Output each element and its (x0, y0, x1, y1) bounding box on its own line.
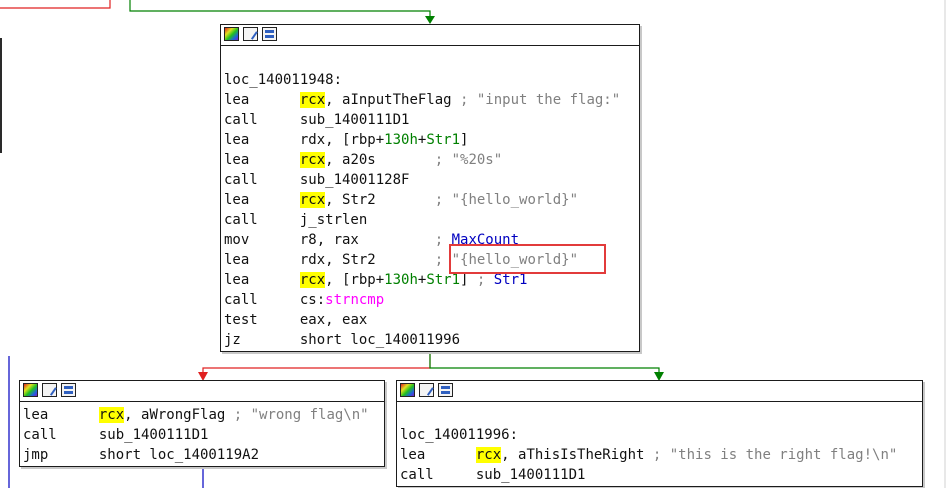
edge-green-top (129, 0, 431, 22)
asm-line[interactable]: lea rdx, [rbp+130h+Str1] (224, 130, 639, 150)
comment[interactable]: ; "{hello_world}" (435, 192, 578, 208)
operand-rest[interactable]: , a20s (325, 152, 435, 168)
operand[interactable]: sub_1400111D1 (476, 467, 586, 483)
operand-rest[interactable]: , aInputTheFlag (325, 92, 460, 108)
operand[interactable]: sub_1400111D1 (300, 112, 410, 128)
mnemonic[interactable]: call (224, 112, 300, 128)
operand[interactable]: rcx (299, 192, 326, 208)
node-toolbar (221, 25, 639, 46)
asm-line[interactable]: call cs:strncmp (224, 290, 639, 310)
node-toolbar (397, 381, 922, 402)
offset-value[interactable]: 130h (384, 272, 418, 288)
asm-line[interactable]: call sub_1400111D1 (23, 425, 384, 445)
operand[interactable]: sub_14001128F (300, 172, 410, 188)
annotation-highlight-box (449, 244, 606, 274)
operand-rest[interactable]: , rax (317, 232, 435, 248)
mnemonic[interactable]: call (400, 467, 476, 483)
operand[interactable]: short loc_1400119A2 (99, 447, 259, 463)
operand[interactable]: cs: (300, 292, 325, 308)
location-label[interactable]: loc_140011996: (400, 425, 922, 445)
operand-rest[interactable]: , Str2 (325, 252, 435, 268)
node-toolbar (20, 381, 384, 402)
graph-view-icon[interactable] (438, 383, 453, 397)
mnemonic[interactable]: lea (224, 152, 300, 168)
location-label[interactable]: loc_140011948: (224, 70, 639, 90)
asm-line[interactable]: jmp short loc_1400119A2 (23, 445, 384, 465)
asm-line[interactable]: lea rcx, aThisIsTheRight ; "this is the … (400, 445, 922, 465)
mnemonic[interactable]: call (224, 292, 300, 308)
operand[interactable]: rcx (98, 407, 125, 423)
comment[interactable]: ; (477, 272, 494, 288)
operand[interactable]: rdx (300, 132, 325, 148)
comment[interactable]: ; "input the flag:" (460, 92, 620, 108)
mnemonic[interactable]: test (224, 312, 300, 328)
operand[interactable]: rcx (299, 152, 326, 168)
function-ref[interactable]: strncmp (325, 292, 384, 308)
mnemonic[interactable]: lea (400, 447, 476, 463)
mnemonic[interactable]: call (224, 212, 300, 228)
left-node-edge (0, 38, 2, 153)
offset-value[interactable]: 130h (384, 132, 418, 148)
mnemonic[interactable]: jmp (23, 447, 99, 463)
asm-line[interactable]: call sub_1400111D1 (400, 465, 922, 485)
operand-rest[interactable]: , [rbp+ (325, 272, 384, 288)
operand[interactable]: sub_1400111D1 (99, 427, 209, 443)
comment[interactable]: ; "this is the right flag!\n" (653, 447, 897, 463)
mnemonic[interactable]: lea (224, 252, 300, 268)
mnemonic[interactable]: call (23, 427, 99, 443)
mnemonic[interactable]: lea (224, 92, 300, 108)
mnemonic[interactable]: lea (23, 407, 99, 423)
operand-rest[interactable]: , aWrongFlag (124, 407, 234, 423)
operand-rest[interactable]: ] (460, 272, 477, 288)
comment-ref[interactable]: Str1 (494, 272, 528, 288)
edit-icon[interactable] (243, 27, 258, 41)
color-icon[interactable] (400, 383, 415, 397)
operand-rest[interactable]: , aThisIsTheRight (501, 447, 653, 463)
color-icon[interactable] (23, 383, 38, 397)
graph-view-icon[interactable] (61, 383, 76, 397)
graph-view-icon[interactable] (262, 27, 277, 41)
asm-line[interactable]: call sub_14001128F (224, 170, 639, 190)
edit-icon[interactable] (419, 383, 434, 397)
asm-line[interactable]: jz short loc_140011996 (224, 330, 639, 350)
operand[interactable]: rdx (300, 252, 325, 268)
symbol-ref[interactable]: Str1 (426, 132, 460, 148)
edge-red-false (202, 352, 431, 378)
edge-red-top (0, 0, 111, 9)
comment[interactable]: ; "wrong flag\n" (234, 407, 369, 423)
asm-line[interactable]: call sub_1400111D1 (224, 110, 639, 130)
graph-node-right[interactable]: loc_140011996: lea rcx, aThisIsTheRight … (396, 380, 923, 487)
operand-rest[interactable]: , Str2 (325, 192, 435, 208)
symbol-ref[interactable]: Str1 (426, 272, 460, 288)
asm-line[interactable]: lea rcx, a20s ; "%20s" (224, 150, 639, 170)
edge-green-true (429, 352, 660, 378)
operand[interactable]: rcx (299, 92, 326, 108)
asm-line[interactable]: lea rcx, Str2 ; "{hello_world}" (224, 190, 639, 210)
asm-line[interactable]: test eax, eax (224, 310, 639, 330)
operand[interactable]: rcx (299, 272, 326, 288)
edit-icon[interactable] (42, 383, 57, 397)
operand-rest[interactable]: ] (460, 132, 468, 148)
asm-line[interactable]: lea rcx, aWrongFlag ; "wrong flag\n" (23, 405, 384, 425)
graph-node-wrong[interactable]: lea rcx, aWrongFlag ; "wrong flag\n" call… (19, 380, 385, 467)
mnemonic[interactable]: lea (224, 192, 300, 208)
asm-line[interactable]: call j_strlen (224, 210, 639, 230)
operand-rest[interactable]: , [rbp+ (325, 132, 384, 148)
mnemonic[interactable]: lea (224, 132, 300, 148)
mnemonic[interactable]: call (224, 172, 300, 188)
mnemonic[interactable]: mov (224, 232, 300, 248)
arrow-green-top (425, 16, 435, 24)
asm-line[interactable]: lea rcx, aInputTheFlag ; "input the flag… (224, 90, 639, 110)
operand[interactable]: eax (300, 312, 325, 328)
operand[interactable]: short loc_140011996 (300, 332, 460, 348)
operand[interactable]: j_strlen (300, 212, 367, 228)
graph-node-main[interactable]: loc_140011948: lea rcx, aInputTheFlag ; … (220, 24, 640, 352)
operand[interactable]: r8 (300, 232, 317, 248)
comment[interactable]: ; "%20s" (435, 152, 502, 168)
mnemonic[interactable]: lea (224, 272, 300, 288)
color-icon[interactable] (224, 27, 239, 41)
mnemonic[interactable]: jz (224, 332, 300, 348)
operand-rest[interactable]: , eax (325, 312, 367, 328)
operand[interactable]: rcx (475, 447, 502, 463)
